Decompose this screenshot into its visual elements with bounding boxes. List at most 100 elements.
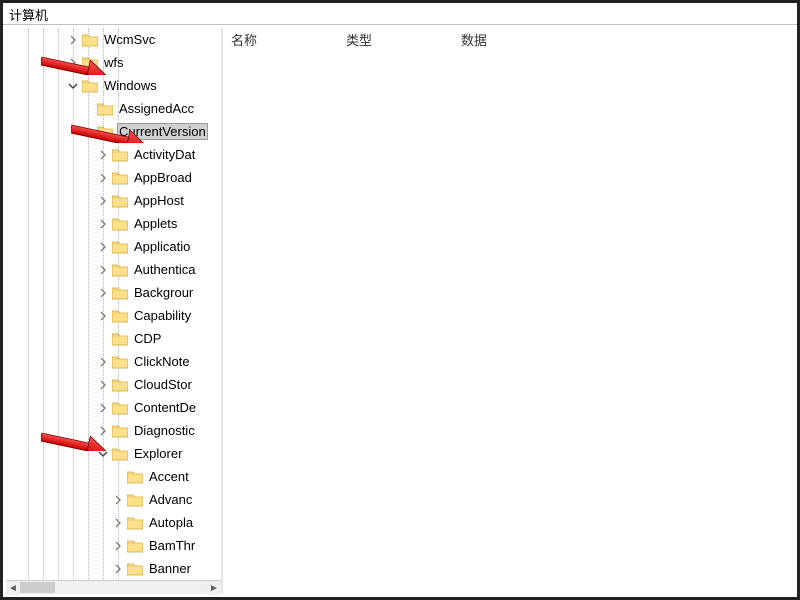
tree-item-label: AppHost xyxy=(132,192,186,209)
chevron-right-icon[interactable] xyxy=(66,56,80,70)
tree-item-label: ContentDe xyxy=(132,399,198,416)
tree-item-label: Banner xyxy=(147,560,193,577)
chevron-right-icon[interactable] xyxy=(96,424,110,438)
tree-item[interactable]: WcmSvc xyxy=(6,28,221,51)
chevron-right-icon[interactable] xyxy=(96,309,110,323)
folder-icon xyxy=(112,286,128,300)
tree-item[interactable]: CurrentVersion xyxy=(6,120,221,143)
tree-item[interactable]: AppBroad xyxy=(6,166,221,189)
column-header-name[interactable]: 名称 xyxy=(223,28,338,50)
tree-item-label: WcmSvc xyxy=(102,31,157,48)
tree-item-label: BamThr xyxy=(147,537,197,554)
chevron-right-icon[interactable] xyxy=(96,263,110,277)
tree-item-label: Authentica xyxy=(132,261,197,278)
tree-item-label: ClickNote xyxy=(132,353,192,370)
horizontal-scrollbar[interactable]: ◄ ► xyxy=(6,580,221,594)
chevron-right-icon[interactable] xyxy=(96,401,110,415)
tree-item-label: Explorer xyxy=(132,445,184,462)
tree-item-label: AssignedAcc xyxy=(117,100,196,117)
folder-icon xyxy=(112,263,128,277)
chevron-right-icon[interactable] xyxy=(111,516,125,530)
chevron-right-icon[interactable] xyxy=(96,355,110,369)
tree-item-label: wfs xyxy=(102,54,126,71)
folder-icon xyxy=(127,539,143,553)
tree-item[interactable]: Windows xyxy=(6,74,221,97)
tree-item-label: CloudStor xyxy=(132,376,194,393)
tree-item-label: Diagnostic xyxy=(132,422,197,439)
tree-item-label: Applets xyxy=(132,215,179,232)
tree-item[interactable]: AssignedAcc xyxy=(6,97,221,120)
column-header-type[interactable]: 类型 xyxy=(338,28,453,50)
tree-item-label: CDP xyxy=(132,330,163,347)
scroll-right-arrow-icon[interactable]: ► xyxy=(207,581,221,595)
column-header-data[interactable]: 数据 xyxy=(453,28,794,50)
tree-item-label: ActivityDat xyxy=(132,146,197,163)
folder-icon xyxy=(112,424,128,438)
tree-item[interactable]: Explorer xyxy=(6,442,221,465)
chevron-down-icon[interactable] xyxy=(81,125,95,139)
chevron-right-icon[interactable] xyxy=(96,148,110,162)
tree-item[interactable]: BamThr xyxy=(6,534,221,557)
folder-icon xyxy=(112,148,128,162)
content-area: WcmSvc wfs Windows AssignedAcc CurrentVersio… xyxy=(6,28,794,594)
chevron-right-icon[interactable] xyxy=(111,562,125,576)
chevron-right-icon[interactable] xyxy=(66,33,80,47)
tree-item[interactable]: ActivityDat xyxy=(6,143,221,166)
chevron-right-icon[interactable] xyxy=(111,493,125,507)
tree-item[interactable]: Applets xyxy=(6,212,221,235)
values-pane: 名称 类型 数据 xyxy=(223,28,794,594)
tree-item[interactable]: Banner xyxy=(6,557,221,580)
tree-item-label: Windows xyxy=(102,77,159,94)
chevron-right-icon[interactable] xyxy=(96,286,110,300)
chevron-right-icon[interactable] xyxy=(96,240,110,254)
folder-icon xyxy=(82,33,98,47)
tree-item[interactable]: Autopla xyxy=(6,511,221,534)
tree-item[interactable]: ClickNote xyxy=(6,350,221,373)
folder-icon xyxy=(127,493,143,507)
tree-item-label: Capability xyxy=(132,307,193,324)
window-title: 计算机 xyxy=(3,3,797,25)
folder-icon xyxy=(112,171,128,185)
horizontal-scroll-thumb[interactable] xyxy=(20,582,55,593)
tree-item[interactable]: Capability xyxy=(6,304,221,327)
folder-icon xyxy=(127,470,143,484)
tree-item[interactable]: Backgrour xyxy=(6,281,221,304)
tree-item[interactable]: Diagnostic xyxy=(6,419,221,442)
folder-icon xyxy=(112,240,128,254)
tree-item[interactable]: CDP xyxy=(6,327,221,350)
tree-item[interactable]: ContentDe xyxy=(6,396,221,419)
tree-item[interactable]: CloudStor xyxy=(6,373,221,396)
folder-icon xyxy=(82,79,98,93)
tree-item-label: AppBroad xyxy=(132,169,194,186)
folder-icon xyxy=(127,562,143,576)
tree-item-label: Autopla xyxy=(147,514,195,531)
tree-item[interactable]: Authentica xyxy=(6,258,221,281)
chevron-right-icon[interactable] xyxy=(96,171,110,185)
tree-item[interactable]: Advanc xyxy=(6,488,221,511)
folder-icon xyxy=(97,102,113,116)
scroll-left-arrow-icon[interactable]: ◄ xyxy=(6,581,20,595)
chevron-right-icon[interactable] xyxy=(96,378,110,392)
tree-item[interactable]: wfs xyxy=(6,51,221,74)
folder-icon xyxy=(97,125,113,139)
tree-pane: WcmSvc wfs Windows AssignedAcc CurrentVersio… xyxy=(6,28,221,594)
tree-item[interactable]: Accent xyxy=(6,465,221,488)
folder-icon xyxy=(112,217,128,231)
folder-icon xyxy=(112,355,128,369)
tree-item-label: Accent xyxy=(147,468,191,485)
folder-icon xyxy=(112,194,128,208)
chevron-right-icon[interactable] xyxy=(96,217,110,231)
chevron-down-icon[interactable] xyxy=(66,79,80,93)
tree-item[interactable]: AppHost xyxy=(6,189,221,212)
tree-item-label: Backgrour xyxy=(132,284,195,301)
chevron-right-icon[interactable] xyxy=(96,194,110,208)
chevron-down-icon[interactable] xyxy=(96,447,110,461)
tree-item-label: CurrentVersion xyxy=(117,123,208,140)
folder-icon xyxy=(112,401,128,415)
tree-item[interactable]: Applicatio xyxy=(6,235,221,258)
scroll-track[interactable] xyxy=(20,581,207,594)
folder-icon xyxy=(112,309,128,323)
chevron-right-icon[interactable] xyxy=(111,539,125,553)
folder-icon xyxy=(112,378,128,392)
folder-icon xyxy=(127,516,143,530)
